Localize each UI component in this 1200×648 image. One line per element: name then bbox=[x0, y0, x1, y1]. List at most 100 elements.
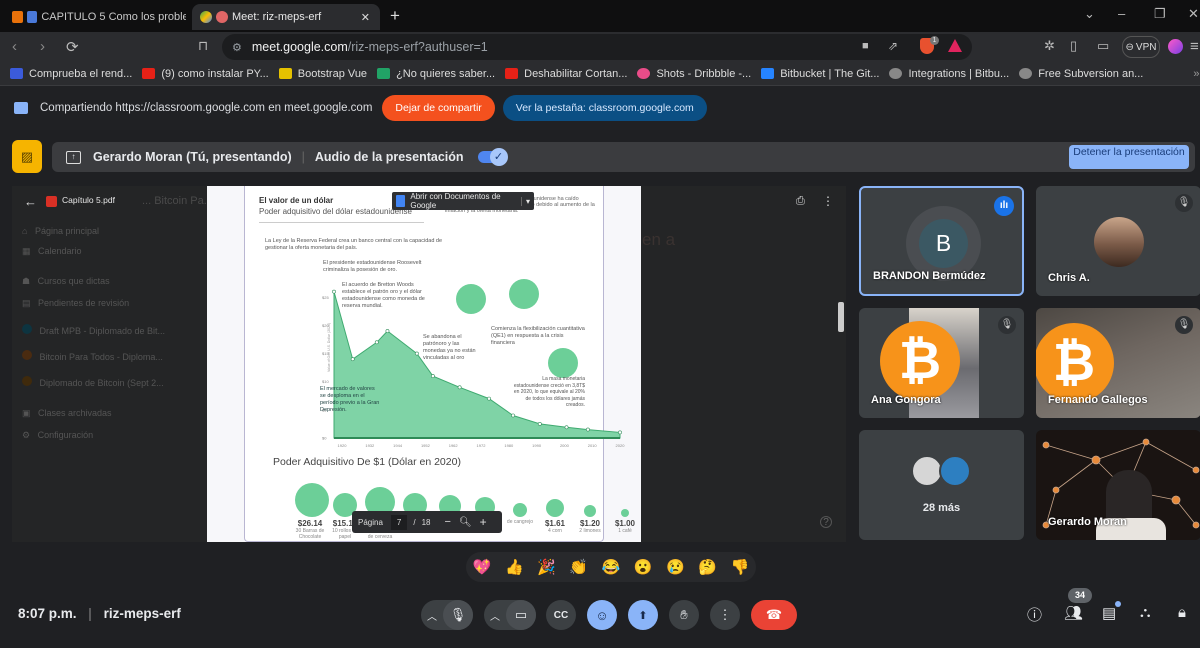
new-tab-button[interactable]: + bbox=[390, 6, 400, 26]
camera-icon[interactable]: ▭ bbox=[506, 600, 536, 630]
share-icon[interactable]: ⇗ bbox=[888, 39, 898, 53]
zoom-out-icon[interactable]: − bbox=[445, 516, 451, 528]
reaction-emoji[interactable]: 😢 bbox=[666, 558, 685, 576]
participant-name: Gerardo Moran bbox=[1048, 516, 1127, 528]
classroom-favicon bbox=[12, 11, 23, 23]
mic-control: ︿ 🎙︎ bbox=[421, 600, 473, 630]
data-point bbox=[487, 396, 491, 401]
stop-presenting-button[interactable]: Detener la presentación bbox=[1069, 145, 1189, 169]
bookmark-item[interactable]: Bitbucket | The Git... bbox=[761, 68, 879, 80]
stop-sharing-button[interactable]: Dejar de compartir bbox=[382, 95, 495, 121]
audio-options-chevron-icon[interactable]: ︿ bbox=[421, 608, 443, 623]
people-icon[interactable]: 👥︎ bbox=[1064, 604, 1083, 622]
scrollbar-thumb[interactable] bbox=[838, 302, 844, 332]
sidebar-item: Diplomado de Bitcoin (Sept 2... bbox=[22, 376, 172, 408]
bookmark-item[interactable]: Free Subversion an... bbox=[1019, 68, 1143, 80]
divider: | bbox=[301, 150, 305, 164]
present-icon: ↑ bbox=[66, 150, 81, 164]
raise-hand-button[interactable]: ✋︎ bbox=[669, 600, 699, 630]
reaction-emoji[interactable]: 👍 bbox=[505, 558, 524, 576]
close-window-button[interactable]: ✕ bbox=[1188, 6, 1199, 22]
present-button[interactable]: ⬆ bbox=[628, 600, 658, 630]
video-options-chevron-icon[interactable]: ︿ bbox=[484, 608, 506, 623]
data-point bbox=[385, 329, 390, 333]
reload-icon[interactable]: ⟳ bbox=[66, 38, 79, 56]
view-tab-button[interactable]: Ver la pestaña: classroom.google.com bbox=[502, 95, 707, 121]
participant-tile[interactable]: ₿ 🎙︎ Fernando Gallegos bbox=[1036, 308, 1200, 418]
back-arrow-icon[interactable]: ← bbox=[24, 194, 37, 209]
self-view-tile[interactable]: Gerardo Moran bbox=[1036, 430, 1200, 540]
audio-toggle[interactable]: ✓ bbox=[477, 148, 508, 166]
tab-capitulo[interactable]: CAPITULO 5 Como los problema bbox=[4, 4, 194, 30]
forward-icon[interactable]: › bbox=[40, 38, 45, 55]
reaction-emoji[interactable]: 😂 bbox=[602, 558, 621, 576]
participant-tile[interactable]: ₿ 🎙︎ Ana Gongora bbox=[859, 308, 1024, 418]
bookmark-item[interactable]: Integrations | Bitbu... bbox=[889, 68, 1009, 80]
bookmark-favicon bbox=[278, 68, 292, 79]
chevron-down-icon[interactable]: ▾ bbox=[520, 196, 530, 206]
bookmark-icon[interactable]: ⊓ bbox=[198, 38, 208, 54]
more-participants-tile[interactable]: 28 más bbox=[859, 430, 1024, 540]
reaction-emoji[interactable]: 😮 bbox=[634, 558, 653, 576]
check-icon: ✓ bbox=[489, 148, 508, 166]
close-tab-icon[interactable]: ✕ bbox=[361, 11, 370, 24]
data-point bbox=[374, 340, 379, 345]
presentation-notice-icon[interactable]: ▨ bbox=[12, 140, 42, 173]
wallet-icon[interactable]: ▭ bbox=[1097, 38, 1109, 54]
bg-heading: en a bbox=[642, 230, 676, 249]
bookmark-item[interactable]: Bootstrap Vue bbox=[278, 68, 367, 80]
sharing-banner: Compartiendo https://classroom.google.co… bbox=[0, 86, 1200, 130]
help-icon[interactable]: ? bbox=[820, 516, 832, 528]
tab-meet[interactable]: Meet: riz-meps-erf ✕ bbox=[192, 4, 380, 30]
item-desc: 4 corn bbox=[548, 528, 562, 534]
sidebar-icon[interactable]: ▯ bbox=[1070, 38, 1077, 54]
menu-icon[interactable]: ≡ bbox=[1190, 38, 1199, 55]
tab-search-icon[interactable]: ⌄ bbox=[1084, 6, 1095, 22]
captions-button[interactable]: CC bbox=[546, 600, 576, 630]
open-with-docs-button[interactable]: Abrir con Documentos de Google ▾ bbox=[392, 192, 534, 210]
vpn-button[interactable]: ⊖ VPN bbox=[1122, 36, 1160, 58]
leave-call-button[interactable]: ☎︎ bbox=[751, 600, 797, 630]
reaction-emoji[interactable]: 🤔 bbox=[698, 558, 717, 576]
meeting-details-icon[interactable]: ⓘ bbox=[1027, 604, 1042, 625]
bookmark-item[interactable]: Comprueba el rend... bbox=[10, 68, 132, 80]
site-settings-icon[interactable]: ⚙ bbox=[232, 41, 242, 54]
restore-button[interactable]: ❐ bbox=[1154, 6, 1166, 22]
profile-avatar[interactable] bbox=[1168, 39, 1183, 54]
camera-control: ︿ ▭ bbox=[484, 600, 536, 630]
page-sep: / bbox=[413, 517, 416, 527]
browser-toolbar: ‹ › ⟳ ⊓ ⚙ meet.google.com /riz-meps-erf?… bbox=[0, 32, 1200, 62]
print-icon[interactable]: ⎙ bbox=[796, 195, 805, 208]
participant-tile[interactable]: B ılı BRANDON Bermúdez bbox=[859, 186, 1024, 296]
meet-favicon bbox=[200, 11, 212, 23]
camera-icon[interactable]: ■ bbox=[862, 40, 869, 52]
globe-icon bbox=[889, 68, 903, 79]
x-tick-label: 2010 bbox=[588, 443, 598, 448]
reaction-emoji[interactable]: 👏 bbox=[569, 558, 588, 576]
bookmark-item[interactable]: ¿No quieres saber... bbox=[377, 68, 495, 80]
item-desc: 1 café bbox=[618, 528, 632, 534]
chat-icon[interactable]: ▤ bbox=[1102, 604, 1116, 622]
activities-icon[interactable]: ⛬ bbox=[1140, 604, 1151, 621]
extensions-icon[interactable]: ✲ bbox=[1044, 38, 1055, 54]
reaction-emoji[interactable]: 💖 bbox=[473, 558, 492, 576]
brave-rewards-icon[interactable] bbox=[948, 39, 962, 52]
back-icon[interactable]: ‹ bbox=[12, 38, 17, 55]
bookmarks-overflow-button[interactable]: » bbox=[1193, 68, 1199, 80]
reaction-emoji[interactable]: 🎉 bbox=[537, 558, 556, 576]
reactions-button[interactable]: ☺ bbox=[587, 600, 617, 630]
bookmark-item[interactable]: (9) como instalar PY... bbox=[142, 68, 269, 80]
address-bar[interactable]: ⚙ meet.google.com /riz-meps-erf?authuser… bbox=[222, 34, 972, 60]
bookmark-item[interactable]: Deshabilitar Cortan... bbox=[505, 68, 627, 80]
host-controls-icon[interactable]: 🔒︎ bbox=[1178, 604, 1186, 621]
x-tick-label: 1920 bbox=[338, 443, 348, 448]
microphone-icon[interactable]: 🎙︎ bbox=[443, 600, 473, 630]
bookmark-item[interactable]: Shots - Dribbble -... bbox=[637, 68, 751, 80]
more-options-button[interactable]: ⋮ bbox=[710, 600, 740, 630]
participant-tile[interactable]: 🎙︎ Chris A. bbox=[1036, 186, 1200, 296]
more-options-icon[interactable]: ⋮ bbox=[822, 194, 834, 208]
minimize-button[interactable]: – bbox=[1118, 6, 1125, 21]
zoom-in-icon[interactable]: + bbox=[480, 515, 487, 529]
page-input[interactable]: 7 bbox=[390, 514, 408, 530]
reaction-emoji[interactable]: 👎 bbox=[731, 558, 750, 576]
